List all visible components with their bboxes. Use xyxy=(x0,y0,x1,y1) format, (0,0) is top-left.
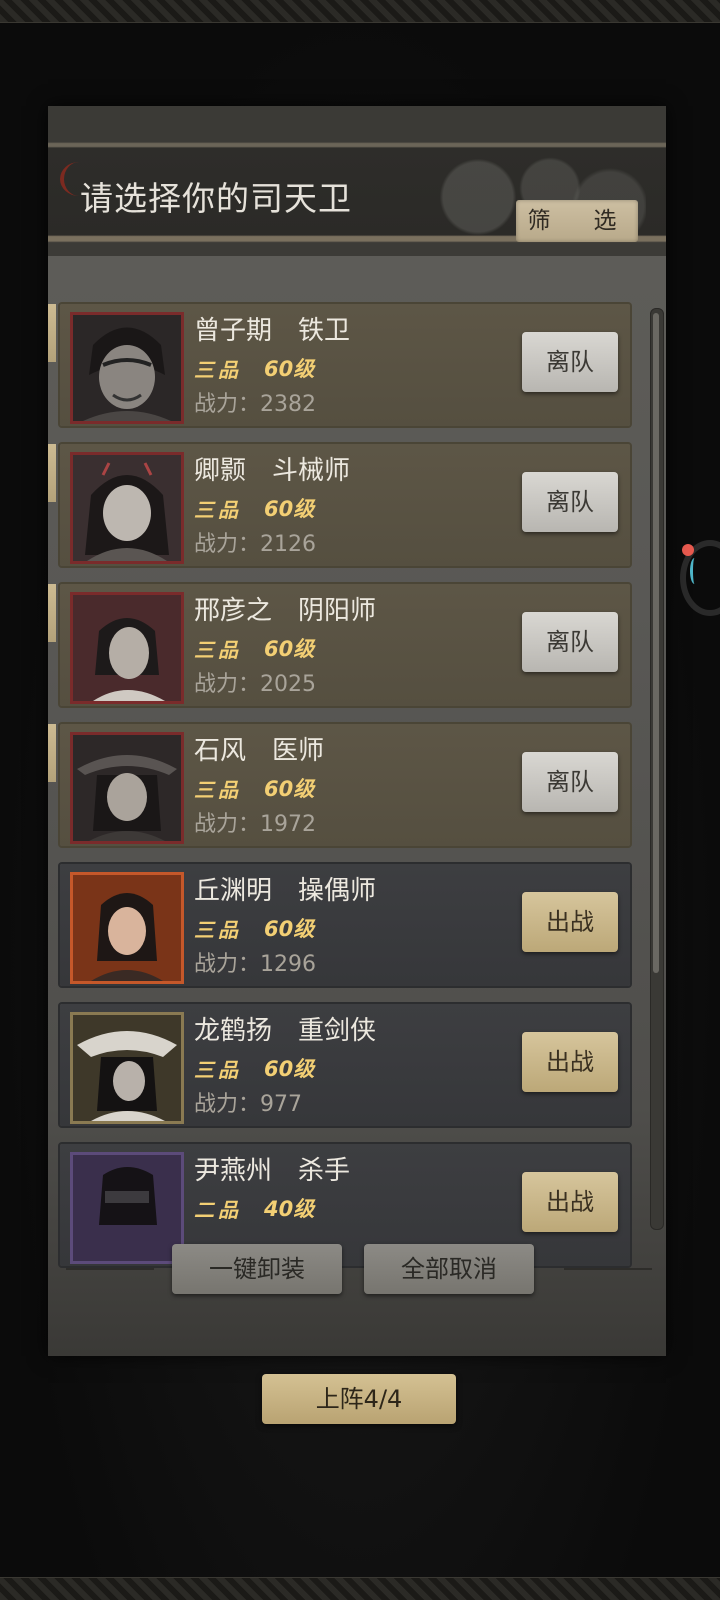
notification-dot-icon xyxy=(682,544,694,556)
panel-header: 请选择你的司天卫 筛 选 xyxy=(48,106,666,256)
bottom-ornament-border xyxy=(0,1577,720,1600)
leave-team-button[interactable]: 离队 xyxy=(522,472,618,532)
leave-team-button[interactable]: 离队 xyxy=(522,612,618,672)
top-ornament-border xyxy=(0,0,720,23)
hero-portrait-avatar xyxy=(70,732,184,844)
deploy-button[interactable]: 出战 xyxy=(522,1172,618,1232)
team-select-screen: 请选择你的司天卫 筛 选 1 曾子期 铁卫 三品 xyxy=(0,0,720,1600)
list-scrollbar[interactable] xyxy=(650,308,664,1230)
slot-number-tag: 2 xyxy=(48,444,56,502)
hero-name: 龙鹤扬 重剑侠 xyxy=(194,1016,377,1046)
hero-level: 60级 xyxy=(264,357,315,381)
leave-team-button[interactable]: 离队 xyxy=(522,332,618,392)
hero-grade: 三品 xyxy=(194,358,242,382)
hero-select-panel: 请选择你的司天卫 筛 选 1 曾子期 铁卫 三品 xyxy=(48,106,666,1356)
unequip-all-button[interactable]: 一键卸装 xyxy=(172,1244,342,1294)
filter-button[interactable]: 筛 选 xyxy=(516,200,638,242)
hero-name: 尹燕州 杀手 xyxy=(194,1156,351,1186)
hero-grade: 二品 xyxy=(194,1198,242,1222)
hero-power: 战力：1972 xyxy=(194,812,316,837)
divider-left xyxy=(66,1268,154,1270)
hero-grade: 三品 xyxy=(194,918,242,942)
hero-row[interactable]: 4 石风 医师 三品 60级 战力：1972 离队 xyxy=(48,724,630,846)
panel-title: 请选择你的司天卫 xyxy=(80,179,352,218)
hero-power: 战力：2126 xyxy=(194,532,316,557)
hero-portrait-avatar xyxy=(70,312,184,424)
hero-name: 曾子期 铁卫 xyxy=(194,316,351,346)
hero-row[interactable]: 龙鹤扬 重剑侠 三品 60级 战力：977 出战 xyxy=(60,1004,630,1126)
deploy-button[interactable]: 出战 xyxy=(522,892,618,952)
deploy-count-button[interactable]: 上阵4/4 xyxy=(262,1374,456,1424)
hero-level: 60级 xyxy=(264,1057,315,1081)
hero-power: 战力：977 xyxy=(194,1092,302,1117)
hero-row[interactable]: 2 卿颢 斗械师 三品 60级 战力：2126 离队 xyxy=(48,444,630,566)
hero-power: 战力：2382 xyxy=(194,392,316,417)
leave-team-button[interactable]: 离队 xyxy=(522,752,618,812)
hero-portrait-avatar xyxy=(70,1012,184,1124)
hero-power: 战力：2025 xyxy=(194,672,316,697)
hero-power: 战力：1296 xyxy=(194,952,316,977)
hero-grade: 三品 xyxy=(194,498,242,522)
hero-name: 丘渊明 操偶师 xyxy=(194,876,377,906)
hero-portrait-avatar xyxy=(70,452,184,564)
hero-portrait-avatar xyxy=(70,872,184,984)
scrollbar-thumb[interactable] xyxy=(653,313,659,973)
slot-number-tag: 4 xyxy=(48,724,56,782)
hero-level: 60级 xyxy=(264,637,315,661)
hero-portrait-avatar xyxy=(70,592,184,704)
hero-list[interactable]: 1 曾子期 铁卫 三品 60级 战力：2382 离队 xyxy=(48,300,666,1338)
hero-level: 60级 xyxy=(264,777,315,801)
hero-row[interactable]: 1 曾子期 铁卫 三品 60级 战力：2382 离队 xyxy=(48,304,630,426)
hero-grade: 三品 xyxy=(194,778,242,802)
hero-name: 石风 医师 xyxy=(194,736,325,766)
hero-portrait-avatar xyxy=(70,1152,184,1264)
hero-row[interactable]: 丘渊明 操偶师 三品 60级 战力：1296 出战 xyxy=(60,864,630,986)
hero-name: 卿颢 斗械师 xyxy=(194,456,351,486)
cancel-all-button[interactable]: 全部取消 xyxy=(364,1244,534,1294)
hero-grade: 三品 xyxy=(194,638,242,662)
hero-grade: 三品 xyxy=(194,1058,242,1082)
deploy-button[interactable]: 出战 xyxy=(522,1032,618,1092)
slot-number-tag: 1 xyxy=(48,304,56,362)
hero-row[interactable]: 3 邢彦之 阴阳师 三品 60级 战力：2025 离队 xyxy=(48,584,630,706)
hero-level: 60级 xyxy=(264,497,315,521)
hero-row[interactable]: 尹燕州 杀手 二品 40级 出战 xyxy=(60,1144,630,1266)
hero-level: 60级 xyxy=(264,917,315,941)
hero-name: 邢彦之 阴阳师 xyxy=(194,596,377,626)
divider-right xyxy=(564,1268,652,1270)
hero-level: 40级 xyxy=(264,1197,315,1221)
slot-number-tag: 3 xyxy=(48,584,56,642)
